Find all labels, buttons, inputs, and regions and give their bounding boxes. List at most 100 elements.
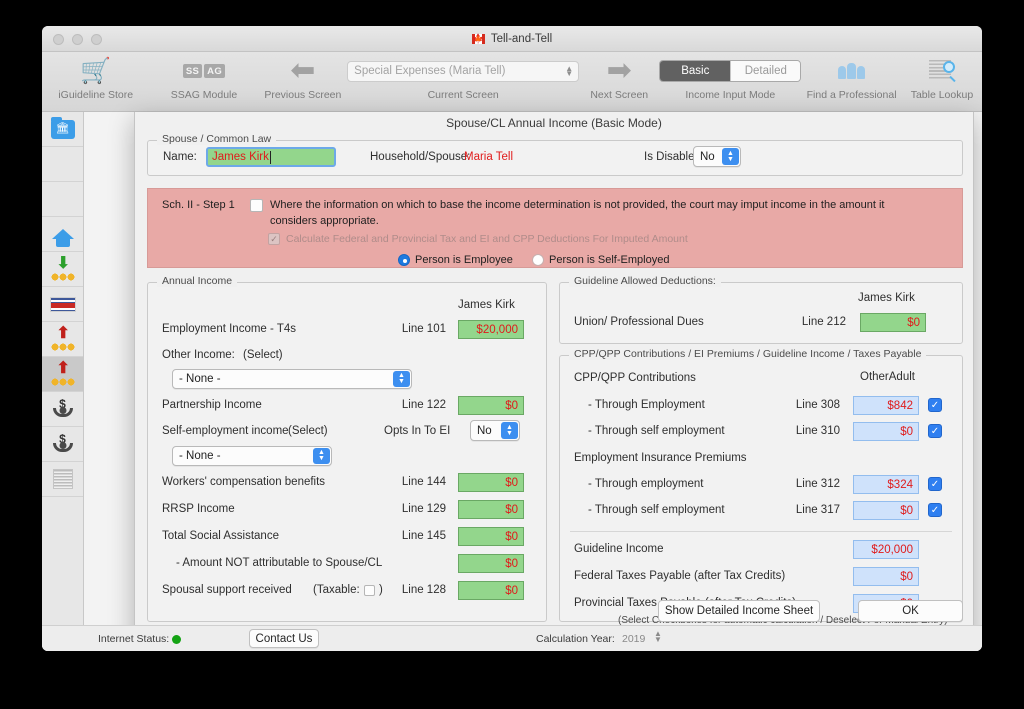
toolbar-item-iguideline-store[interactable]: 🛒 iGuideline Store xyxy=(42,56,149,101)
checkbox-ei-through-self-employment[interactable]: ✓ xyxy=(928,503,942,517)
sidebar-item-province[interactable] xyxy=(42,287,83,322)
toolbar-item-next-screen[interactable]: ➡ Next Screen xyxy=(579,54,659,102)
toolbar-item-income-input-mode[interactable]: Basic Detailed Income Input Mode xyxy=(659,56,802,101)
row-label-partnership-income: Partnership Income xyxy=(162,399,262,411)
toolbar-item-table-lookup[interactable]: Table Lookup xyxy=(902,56,982,101)
taxable-checkbox[interactable] xyxy=(364,585,375,596)
opts-in-to-ei-select[interactable]: No ▲ ▼ xyxy=(470,420,520,441)
red-arrow-coins-icon: ⬆ xyxy=(50,326,76,351)
status-bar: Internet Status: Contact Us Calculation … xyxy=(42,625,982,651)
other-income-select[interactable]: - None - ▲ ▼ xyxy=(172,369,412,389)
toolbar-item-current-screen[interactable]: Special Expenses (Maria Tell) ▲ ▼ Current… xyxy=(347,56,580,101)
line-number: Line 212 xyxy=(801,316,846,328)
contact-us-button[interactable]: Contact Us xyxy=(249,629,319,648)
current-screen-select[interactable]: Special Expenses (Maria Tell) ▲ ▼ xyxy=(347,60,580,82)
people-group-icon xyxy=(838,56,866,86)
name-label: Name: xyxy=(163,151,197,163)
sidebar-item-case-folder[interactable]: 🏛 xyxy=(42,112,83,147)
canada-flag-icon: 🍁 xyxy=(471,33,485,44)
field-amount-not-attributable[interactable]: $0 xyxy=(458,554,524,573)
minimize-button[interactable] xyxy=(72,34,83,45)
toolbar-label: Income Input Mode xyxy=(685,89,776,101)
toolbar-item-find-a-professional[interactable]: Find a Professional xyxy=(801,56,902,101)
toolbar-item-previous-screen[interactable]: ⬅ Previous Screen xyxy=(259,56,348,102)
toolbar-item-ssag-module[interactable]: SS AG SSAG Module xyxy=(149,56,258,101)
field-value: $0 xyxy=(907,316,920,329)
line-number: Line 312 xyxy=(795,478,840,490)
field-cpp-through-employment[interactable]: $842 xyxy=(853,396,919,415)
field-value: $0 xyxy=(505,399,518,412)
show-detailed-income-sheet-button[interactable]: Show Detailed Income Sheet xyxy=(658,600,820,622)
line-number: Line 101 xyxy=(401,323,446,335)
checkbox-cpp-through-self-employment[interactable]: ✓ xyxy=(928,424,942,438)
field-spousal-support-received[interactable]: $0 xyxy=(458,581,524,600)
sidebar-item-household[interactable] xyxy=(42,217,83,252)
row-label-ei-through-employment: - Through employment xyxy=(588,478,704,490)
field-cpp-through-self-employment[interactable]: $0 xyxy=(853,422,919,441)
line-number: Line 310 xyxy=(795,425,840,437)
opts-in-to-ei-label: Opts In To EI xyxy=(384,425,451,437)
field-rrsp-income[interactable]: $0 xyxy=(458,500,524,519)
field-ei-through-self-employment[interactable]: $0 xyxy=(853,501,919,520)
hand-dollar-icon: $ xyxy=(52,398,74,419)
sidebar-item-income-in[interactable]: ⬇ xyxy=(42,252,83,287)
close-button[interactable] xyxy=(53,34,64,45)
line-number: Line 122 xyxy=(401,399,446,411)
sidebar-item-children[interactable] xyxy=(42,182,83,217)
toolbar-label: Previous Screen xyxy=(264,89,342,101)
tab-detailed[interactable]: Detailed xyxy=(730,61,801,81)
ok-button[interactable]: OK xyxy=(858,600,963,622)
window-controls[interactable] xyxy=(53,34,102,45)
arrow-right-icon: ➡ xyxy=(606,54,632,87)
sidebar-item-reports[interactable] xyxy=(42,462,83,497)
other-income-value: - None - xyxy=(179,373,221,385)
field-federal-taxes-payable[interactable]: $0 xyxy=(853,567,919,586)
field-partnership-income[interactable]: $0 xyxy=(458,396,524,415)
is-disabled-select[interactable]: No ▲ ▼ xyxy=(693,146,741,167)
radio-employee-button[interactable] xyxy=(398,254,410,266)
green-arrow-coins-icon: ⬇ xyxy=(50,256,76,281)
calculate-deductions-checkbox[interactable]: ✓ xyxy=(268,233,280,245)
field-value: $0 xyxy=(505,503,518,516)
bc-flag-icon xyxy=(49,296,76,312)
field-value: $20,000 xyxy=(871,543,913,556)
row-label-spousal-support-received: Spousal support received xyxy=(162,584,292,596)
impute-income-checkbox[interactable] xyxy=(250,199,263,212)
field-guideline-income[interactable]: $20,000 xyxy=(853,540,919,559)
checkbox-ei-through-employment[interactable]: ✓ xyxy=(928,477,942,491)
sidebar-item-payor-income[interactable]: ⬆ xyxy=(42,322,83,357)
radio-person-is-self-employed[interactable]: Person is Self-Employed xyxy=(532,253,669,271)
sidebar-item-support-1[interactable]: $ xyxy=(42,392,83,427)
application-window: 🍁 Tell-and-Tell 🛒 iGuideline Store SS AG … xyxy=(42,26,982,651)
sidebar-item-support-2[interactable]: $ xyxy=(42,427,83,462)
document-lines-icon xyxy=(52,469,73,489)
checkbox-cpp-through-employment[interactable]: ✓ xyxy=(928,398,942,412)
sidebar-item-recipient-income[interactable]: ⬆ xyxy=(42,357,83,392)
field-employment-income[interactable]: $20,000 xyxy=(458,320,524,339)
impute-income-statement: Where the information on which to base t… xyxy=(270,199,885,227)
radio-person-is-employee[interactable]: Person is Employee xyxy=(398,253,513,271)
field-total-social-assistance[interactable]: $0 xyxy=(458,527,524,546)
field-workers-compensation[interactable]: $0 xyxy=(458,473,524,492)
row-label-federal-taxes-payable: Federal Taxes Payable (after Tax Credits… xyxy=(574,570,786,582)
toolbar: 🛒 iGuideline Store SS AG SSAG Module ⬅ Pr… xyxy=(42,52,982,112)
name-input[interactable]: James Kirk xyxy=(206,147,336,167)
deductions-column-header: James Kirk xyxy=(858,292,915,304)
cpp-contributions-heading: CPP/QPP Contributions xyxy=(574,372,696,384)
row-label-rrsp-income: RRSP Income xyxy=(162,503,235,515)
field-union-professional-dues[interactable]: $0 xyxy=(860,313,926,332)
self-employment-select[interactable]: - None - ▲ ▼ xyxy=(172,446,332,466)
row-label-ei-through-self-employment: - Through self employment xyxy=(588,504,725,516)
income-input-mode-toggle[interactable]: Basic Detailed xyxy=(659,60,802,82)
chevron-updown-icon[interactable]: ▲ ▼ xyxy=(654,630,662,644)
taxable-close-paren: ) xyxy=(379,584,383,596)
tab-basic[interactable]: Basic xyxy=(660,61,731,81)
sidebar-item-adults[interactable] xyxy=(42,147,83,182)
field-ei-through-employment[interactable]: $324 xyxy=(853,475,919,494)
line-number: Line 128 xyxy=(401,584,446,596)
field-value: $0 xyxy=(505,476,518,489)
maximize-button[interactable] xyxy=(91,34,102,45)
ssag-badge-b: AG xyxy=(204,64,226,78)
table-magnifier-icon xyxy=(928,56,956,86)
radio-self-employed-button[interactable] xyxy=(532,254,544,266)
